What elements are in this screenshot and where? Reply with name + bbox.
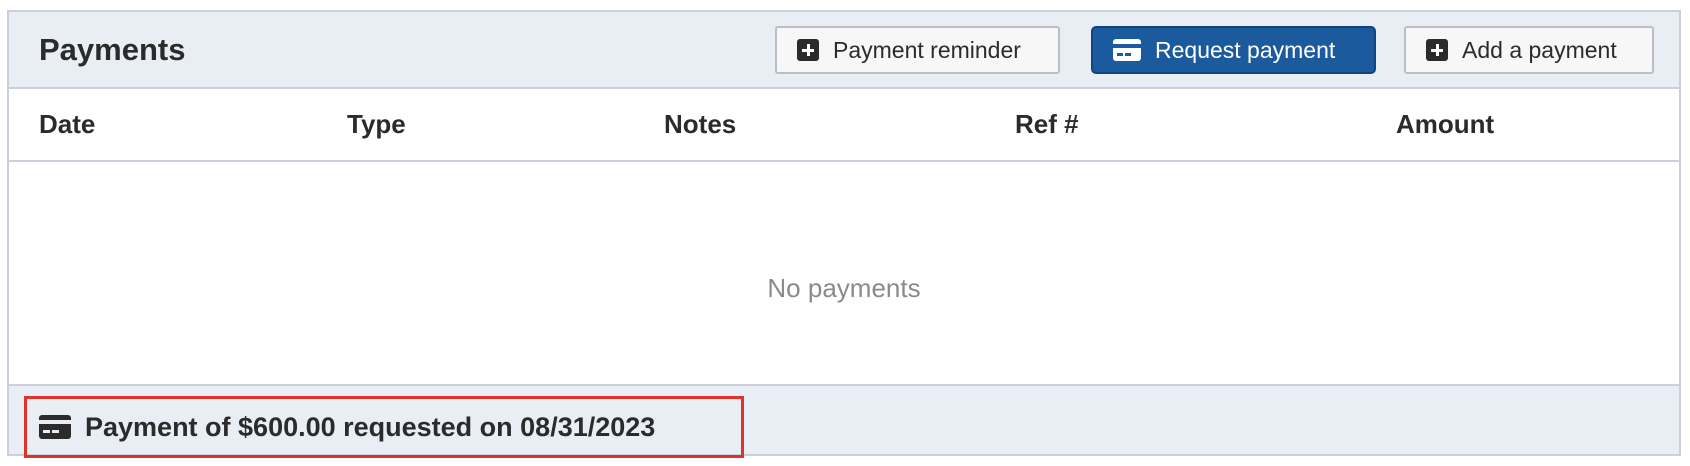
column-header-notes[interactable]: Notes xyxy=(664,109,736,139)
table-empty-state: No payments xyxy=(9,162,1679,384)
credit-card-icon xyxy=(39,415,71,439)
column-header-type[interactable]: Type xyxy=(347,109,406,139)
plus-square-icon xyxy=(797,39,819,61)
payment-reminder-button[interactable]: Payment reminder xyxy=(775,26,1060,74)
plus-square-icon xyxy=(1426,39,1448,61)
request-payment-button[interactable]: Request payment xyxy=(1091,26,1376,74)
column-header-amount[interactable]: Amount xyxy=(1396,109,1494,139)
add-payment-label: Add a payment xyxy=(1462,37,1617,63)
table-header: Date Type Notes Ref # Amount xyxy=(9,89,1679,162)
column-header-date[interactable]: Date xyxy=(39,109,95,139)
payments-footer: Payment of $600.00 requested on 08/31/20… xyxy=(9,384,1679,458)
payment-request-text: Payment of $600.00 requested on 08/31/20… xyxy=(85,412,656,442)
payments-header: Payments Payment reminder Request paymen… xyxy=(9,12,1679,89)
add-payment-button[interactable]: Add a payment xyxy=(1404,26,1654,74)
credit-card-icon xyxy=(1113,39,1141,61)
payment-reminder-label: Payment reminder xyxy=(833,37,1021,63)
request-payment-label: Request payment xyxy=(1155,37,1336,63)
empty-message: No payments xyxy=(767,272,921,303)
column-header-ref[interactable]: Ref # xyxy=(1015,109,1079,139)
payment-request-note: Payment of $600.00 requested on 08/31/20… xyxy=(24,396,744,458)
page-title: Payments xyxy=(39,32,186,67)
payments-panel: Payments Payment reminder Request paymen… xyxy=(7,10,1681,458)
